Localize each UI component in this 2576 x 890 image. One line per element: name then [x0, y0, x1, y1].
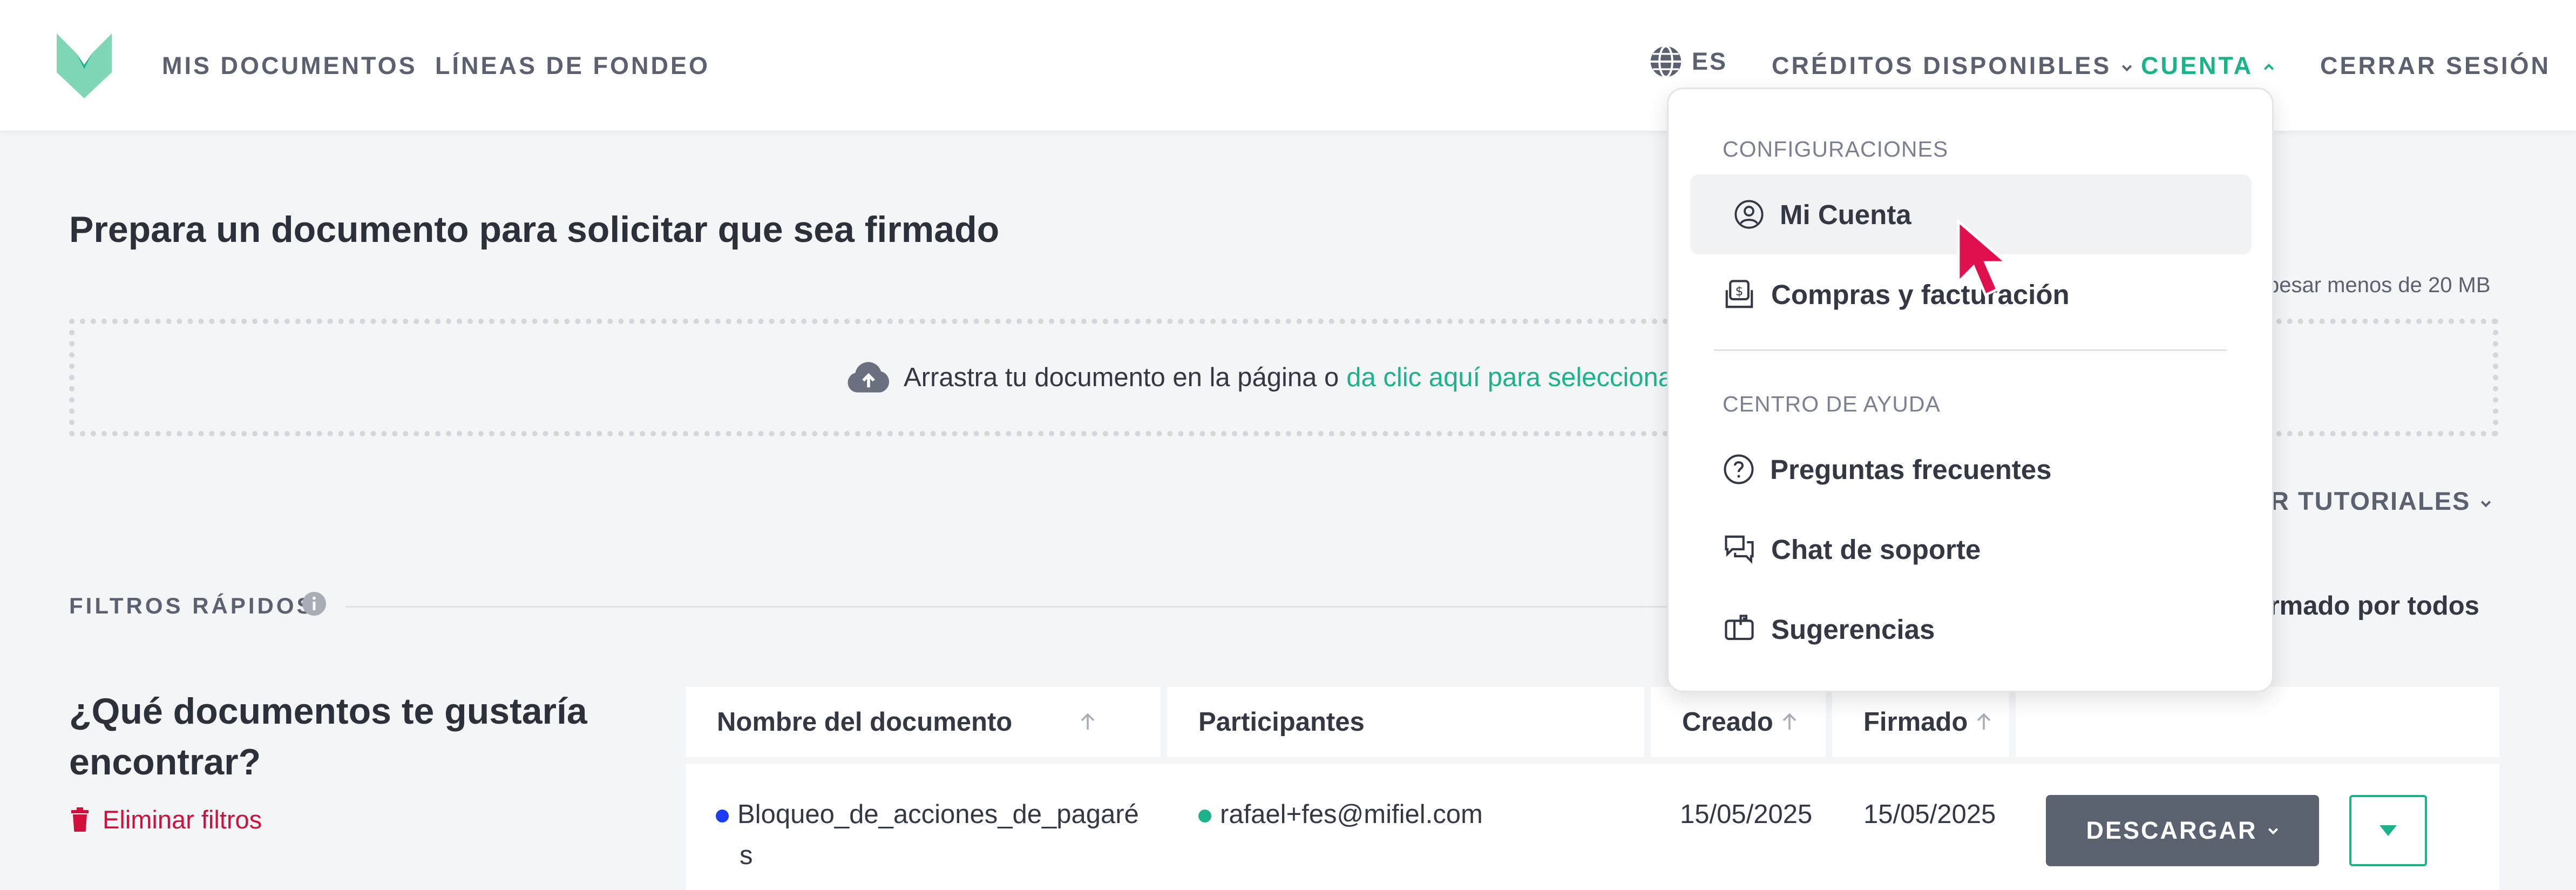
- column-header-name[interactable]: Nombre del documento: [686, 687, 1161, 757]
- column-header-participants-label: Participantes: [1198, 707, 1365, 737]
- participant-cell: rafael+fes@mifiel.com: [1198, 799, 1483, 830]
- dropzone-text: Arrastra tu documento en la página o da …: [845, 361, 1682, 394]
- chevron-down-icon: [2268, 828, 2278, 835]
- quick-filters-label: FILTROS RÁPIDOS: [69, 593, 315, 618]
- filters-divider: [345, 606, 1668, 608]
- column-header-name-label: Nombre del documento: [717, 707, 1013, 737]
- nav-account[interactable]: CUENTA: [2141, 52, 2275, 80]
- globe-icon: [1650, 45, 1682, 78]
- clear-filters-button[interactable]: Eliminar filtros: [69, 805, 262, 834]
- account-dropdown-menu: CONFIGURACIONES Mi Cuenta $ Compras y fa…: [1667, 87, 2274, 692]
- created-date: 15/05/2025: [1680, 800, 1813, 829]
- menu-item-billing-label: Compras y facturación: [1771, 279, 2070, 310]
- menu-item-suggestions[interactable]: Sugerencias: [1690, 589, 2252, 669]
- trash-icon: [71, 807, 89, 832]
- sort-arrow-up-icon: [1782, 713, 1797, 730]
- mifiel-logo[interactable]: [57, 33, 112, 98]
- language-label: ES: [1692, 48, 1728, 75]
- document-name-wrap: s: [740, 841, 753, 870]
- chat-bubbles-icon: [1725, 535, 1754, 564]
- question-circle-icon: [1724, 454, 1754, 484]
- tutorials-label: AR TUTORIALES: [2251, 487, 2471, 515]
- column-header-created[interactable]: Creado: [1651, 687, 1826, 757]
- cloud-upload-icon: [848, 362, 890, 393]
- svg-text:$: $: [1736, 284, 1744, 299]
- nav-funding-lines[interactable]: LÍNEAS DE FONDEO: [435, 52, 710, 80]
- file-size-note: pesar menos de 20 MB: [2267, 273, 2491, 297]
- signed-date: 15/05/2025: [1863, 800, 1996, 829]
- column-header-signed[interactable]: Firmado: [1832, 687, 2009, 757]
- nav-my-documents[interactable]: MIS DOCUMENTOS: [162, 52, 417, 80]
- info-icon[interactable]: [301, 591, 327, 617]
- document-status-dot: [716, 810, 729, 823]
- participant-status-dot: [1198, 810, 1211, 823]
- sort-arrow-up-icon: [1081, 713, 1095, 730]
- menu-item-support-chat-label: Chat de soporte: [1771, 534, 1981, 565]
- settings-section-label: CONFIGURACIONES: [1723, 137, 1949, 161]
- language-selector[interactable]: ES: [1648, 43, 1727, 80]
- clear-filters-label: Eliminar filtros: [103, 805, 262, 834]
- search-question-heading: ¿Qué documentos te gustaría encontrar?: [69, 691, 587, 783]
- menu-item-faq[interactable]: Preguntas frecuentes: [1690, 429, 2252, 509]
- column-header-signed-label: Firmado: [1863, 707, 1968, 737]
- menu-item-faq-label: Preguntas frecuentes: [1770, 454, 2052, 485]
- help-section-label: CENTRO DE AYUDA: [1723, 392, 1941, 416]
- sort-arrow-up-icon: [1977, 713, 1991, 730]
- download-button[interactable]: DESCARGAR: [2046, 795, 2319, 866]
- chevron-up-icon: [2264, 63, 2274, 70]
- select-file-link[interactable]: da clic aquí para seleccionar: [1346, 362, 1682, 393]
- chevron-down-icon: [2481, 500, 2491, 507]
- participant-email: rafael+fes@mifiel.com: [1220, 800, 1483, 829]
- nav-available-credits[interactable]: CRÉDITOS DISPONIBLES: [1772, 52, 2133, 80]
- tutorials-toggle[interactable]: AR TUTORIALES: [2251, 486, 2492, 516]
- account-label: CUENTA: [2141, 52, 2254, 79]
- document-name: Bloqueo_de_acciones_de_pagaré: [737, 800, 1139, 829]
- billing-icon: $: [1725, 280, 1753, 308]
- mouse-cursor-icon: [1957, 218, 2010, 297]
- document-name-cell[interactable]: Bloqueo_de_acciones_de_pagaré: [716, 799, 1139, 830]
- caret-down-icon: [2380, 825, 2397, 836]
- chevron-down-icon: [2122, 65, 2132, 72]
- filter-signed-by-all[interactable]: irmado por todos: [2262, 591, 2479, 621]
- credits-label: CRÉDITOS DISPONIBLES: [1772, 52, 2112, 79]
- user-circle-icon: [1734, 200, 1764, 229]
- row-options-button[interactable]: [2349, 795, 2427, 866]
- menu-item-support-chat[interactable]: Chat de soporte: [1690, 509, 2252, 589]
- page-title: Prepara un documento para solicitar que …: [69, 209, 1000, 250]
- suggestion-box-icon: [1725, 615, 1754, 640]
- column-header-participants: Participantes: [1167, 687, 1644, 757]
- menu-item-my-account-label: Mi Cuenta: [1780, 199, 1911, 230]
- column-header-actions: [2016, 687, 2499, 757]
- dropzone-instruction: Arrastra tu documento en la página o: [904, 363, 1339, 392]
- download-label: DESCARGAR: [2086, 817, 2258, 844]
- nav-logout[interactable]: CERRAR SESIÓN: [2320, 52, 2551, 80]
- menu-divider: [1714, 349, 2227, 351]
- menu-item-suggestions-label: Sugerencias: [1771, 613, 1935, 645]
- column-header-created-label: Creado: [1682, 707, 1773, 737]
